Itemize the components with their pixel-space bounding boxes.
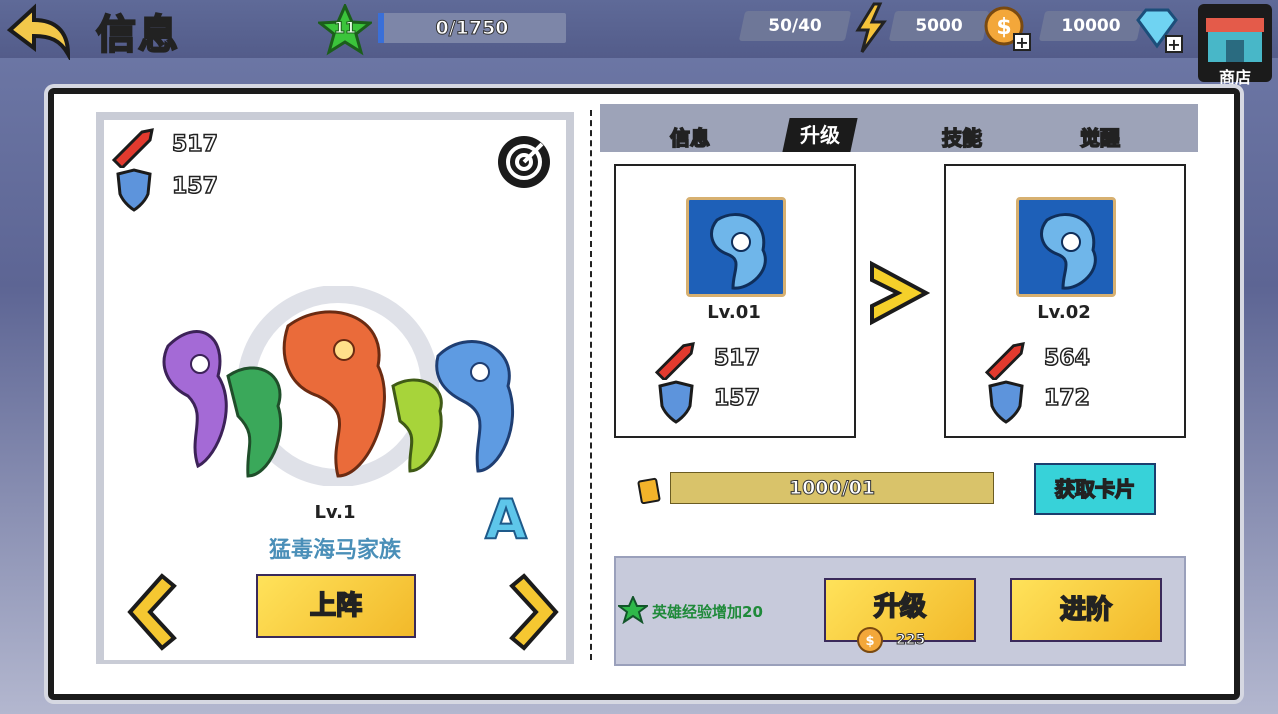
gold-value: 5000 [915,16,963,36]
diamond-counter: 10000 [1038,11,1144,41]
arrow-right-icon [870,260,930,326]
svg-text:$: $ [996,15,1011,40]
current-defense: 157 [713,385,760,412]
upgrade-cost: 225 [895,632,926,649]
card-icon [637,477,661,504]
advance-button-label: 进阶 [1059,594,1113,626]
tab-skills[interactable]: 技能 [941,122,983,151]
shield-icon [116,168,152,212]
seahorse-portrait-icon [1040,213,1097,290]
target-button[interactable] [496,134,552,190]
current-attack: 517 [713,345,760,372]
tab-upgrade-label: 升级 [800,123,840,147]
exp-bar: 0/1750 [378,13,566,43]
tab-info[interactable]: 信息 [669,122,711,151]
add-gold-button[interactable]: $ + [982,4,1032,54]
next-defense: 172 [1043,385,1090,412]
green-star-icon [618,596,648,624]
hero-level: Lv.1 [314,502,356,523]
card-progress-text: 1000/01 [788,477,876,500]
deploy-button-label: 上阵 [309,590,363,622]
diamond-value: 10000 [1061,16,1121,36]
hero-portrait-next [1016,197,1116,297]
svg-text:$: $ [865,634,874,649]
player-level: 11 [333,18,357,38]
gold-coin-icon: $ [857,627,883,653]
shop-button[interactable]: 商店 [1196,2,1274,87]
sword-icon [984,341,1025,380]
exp-text: 0/1750 [435,17,509,40]
tab-awaken[interactable]: 觉醒 [1079,122,1121,151]
shield-icon [988,380,1024,424]
get-cards-button[interactable]: 获取卡片 [1034,463,1156,515]
back-arrow-icon[interactable] [4,2,72,60]
advance-button[interactable]: 进阶 [1010,578,1162,642]
previous-hero-button[interactable] [122,572,178,652]
next-hero-button[interactable] [508,572,564,652]
sword-icon [111,128,154,168]
svg-text:+: + [1015,33,1028,52]
lightning-icon [855,2,887,53]
card-progress-bar: 1000/01 [670,472,994,504]
hero-rank-badge: A [484,487,528,552]
deploy-button[interactable]: 上阵 [256,574,416,638]
seahorse-portrait-icon [710,213,767,290]
exp-bonus-text: 英雄经验增加20 [652,603,763,621]
get-cards-label: 获取卡片 [1054,476,1136,502]
page-title: 信息 [95,11,180,59]
shield-icon [658,380,694,424]
svg-text:+: + [1167,35,1180,54]
next-attack: 564 [1043,345,1090,372]
shop-label: 商店 [1218,68,1251,87]
energy-value: 50/40 [768,16,822,36]
upgrade-button-label: 升级 [873,591,927,623]
tab-upgrade[interactable]: 升级 [782,118,858,152]
hero-name: 猛毒海马家族 [268,538,401,563]
current-level: Lv.01 [707,302,761,323]
seahorse-family-illustration [162,286,514,486]
hero-attack: 517 [171,131,218,158]
sword-icon [654,341,695,380]
panel-divider [590,110,592,660]
energy-counter: 50/40 [738,11,852,41]
hero-portrait-current [686,197,786,297]
gold-counter: 5000 [888,11,990,41]
hero-defense: 157 [171,173,218,200]
add-diamond-button[interactable]: + [1132,6,1184,54]
next-level: Lv.02 [1037,302,1091,323]
player-level-badge: 11 [315,2,375,56]
